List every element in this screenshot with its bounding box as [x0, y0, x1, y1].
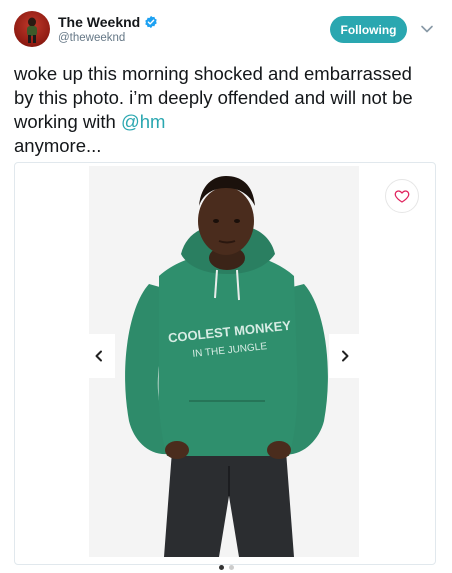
chevron-left-icon [95, 350, 102, 362]
chevron-down-icon[interactable] [420, 22, 434, 36]
favorite-button[interactable] [385, 179, 419, 213]
child-in-hoodie-illustration: COOLEST MONKEY IN THE JUNGLE [89, 166, 359, 557]
display-name[interactable]: The Weeknd [58, 14, 140, 30]
following-button[interactable]: Following [330, 16, 407, 43]
tweet-header: The Weeknd @theweeknd Following [0, 0, 452, 56]
user-handle[interactable]: @theweeknd [58, 32, 125, 44]
verified-badge-icon [145, 15, 157, 29]
carousel-dot[interactable] [228, 565, 234, 570]
name-row: The Weeknd [58, 14, 158, 30]
mention-link[interactable]: @hm [121, 111, 165, 132]
tweet-text-part: woke up this morning shocked and embarra… [14, 63, 413, 132]
tweet-card: The Weeknd @theweeknd Following woke up … [0, 0, 452, 573]
chevron-right-icon [342, 350, 349, 362]
carousel-dot-active[interactable] [218, 565, 224, 570]
avatar[interactable] [14, 11, 50, 47]
next-image-button[interactable] [329, 334, 361, 378]
previous-image-button[interactable] [83, 334, 115, 378]
avatar-person-icon [27, 17, 37, 43]
carousel-indicator [0, 565, 452, 570]
tweet-text-part: anymore... [14, 135, 102, 156]
heart-icon [394, 190, 410, 203]
media-card[interactable]: COOLEST MONKEY IN THE JUNGLE [14, 162, 436, 565]
tweet-text: woke up this morning shocked and embarra… [14, 62, 434, 158]
product-photo[interactable]: COOLEST MONKEY IN THE JUNGLE [89, 166, 359, 557]
